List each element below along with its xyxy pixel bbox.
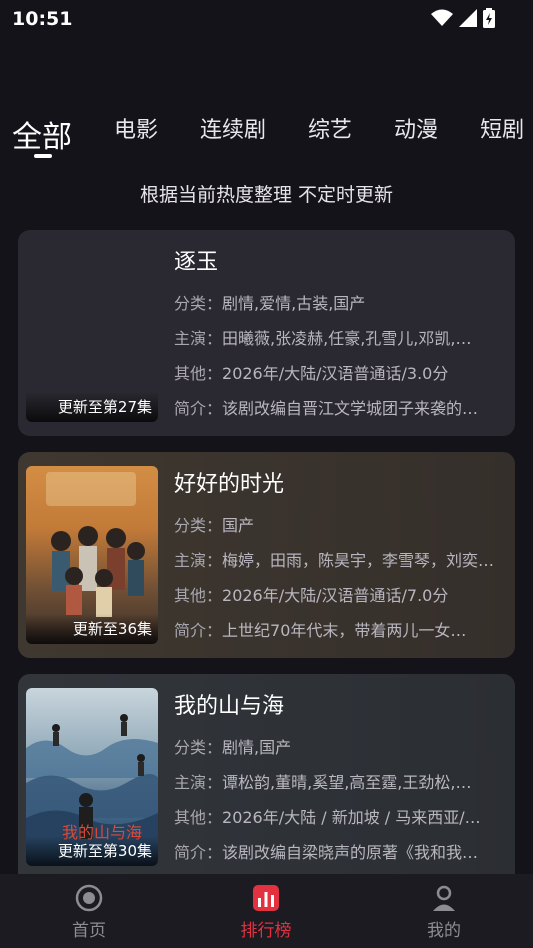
tab-all[interactable]: 全部 <box>12 112 72 158</box>
intro-row: 简介：该剧改编自晋江文学城团子来袭的… <box>174 395 507 430</box>
episode-badge: 更新至第30集 <box>26 836 158 866</box>
category-label: 分类： <box>174 738 223 757</box>
nav-mine[interactable]: 我的 <box>384 884 504 941</box>
cast-label: 主演： <box>174 773 223 792</box>
other-value: 2026年/大陆/汉语普通话/7.0分 <box>222 586 449 605</box>
tab-short-drama[interactable]: 短剧 <box>480 112 524 144</box>
intro-label: 简介： <box>174 621 223 640</box>
other-label: 其他： <box>174 586 223 605</box>
wifi-icon <box>431 9 453 26</box>
bottom-nav: 首页 排行榜 我的 <box>0 874 533 948</box>
category-row: 分类：剧情,国产 <box>174 734 507 769</box>
poster-image[interactable]: 我的山与海 更新至第30集 <box>26 688 158 866</box>
ranking-icon <box>252 884 280 912</box>
status-time: 10:51 <box>12 8 73 30</box>
battery-icon <box>483 8 495 28</box>
card-title: 我的山与海 <box>174 694 285 719</box>
cast-value: 谭松韵,董晴,奚望,高至霆,王劲松,… <box>222 773 472 792</box>
tab-variety[interactable]: 综艺 <box>308 112 352 144</box>
other-row: 其他：2026年/大陆/汉语普通话/7.0分 <box>174 582 507 617</box>
other-label: 其他： <box>174 364 223 383</box>
other-row: 其他：2026年/大陆 / 新加坡 / 马来西亚/… <box>174 804 507 839</box>
other-value: 2026年/大陆 / 新加坡 / 马来西亚/… <box>222 808 481 827</box>
category-value: 剧情,国产 <box>222 738 292 757</box>
nav-home[interactable]: 首页 <box>29 884 149 941</box>
status-icons <box>431 8 495 28</box>
cast-row: 主演：梅婷，田雨，陈昊宇，李雪琴，刘奕… <box>174 547 507 582</box>
category-value: 国产 <box>222 516 255 535</box>
ranking-card[interactable]: 我的山与海 更新至第30集 我的山与海 分类：剧情,国产 主演：谭松韵,董晴,奚… <box>18 674 515 874</box>
category-tabs: 全部 电影 连续剧 综艺 动漫 短剧 <box>12 112 533 162</box>
poster-image[interactable]: 更新至36集 <box>26 466 158 644</box>
cast-value: 梅婷，田雨，陈昊宇，李雪琴，刘奕… <box>222 551 495 570</box>
tab-anime[interactable]: 动漫 <box>394 112 438 144</box>
other-label: 其他： <box>174 808 223 827</box>
card-title: 好好的时光 <box>174 472 285 497</box>
category-row: 分类：国产 <box>174 512 507 547</box>
ranking-subtitle: 根据当前热度整理 不定时更新 <box>139 184 394 206</box>
nav-ranking-label: 排行榜 <box>240 921 292 941</box>
ranking-card[interactable]: 更新至第27集 逐玉 分类：剧情,爱情,古装,国产 主演：田曦薇,张凌赫,任豪,… <box>18 230 515 436</box>
cast-label: 主演： <box>174 329 223 348</box>
intro-value: 该剧改编自梁晓声的原著《我和我… <box>222 843 479 862</box>
cast-row: 主演：谭松韵,董晴,奚望,高至霆,王劲松,… <box>174 769 507 804</box>
signal-icon <box>459 9 477 27</box>
cast-label: 主演： <box>174 551 223 570</box>
status-bar: 10:51 <box>0 0 533 36</box>
card-title: 逐玉 <box>174 250 219 275</box>
intro-row: 简介：上世纪70年代末，带着两儿一女… <box>174 617 507 652</box>
category-label: 分类： <box>174 294 223 313</box>
category-row: 分类：剧情,爱情,古装,国产 <box>174 290 507 325</box>
home-icon <box>75 884 103 912</box>
intro-label: 简介： <box>174 399 223 418</box>
profile-icon <box>430 884 458 912</box>
cast-value: 田曦薇,张凌赫,任豪,孔雪儿,邓凯,… <box>222 329 472 348</box>
nav-home-label: 首页 <box>72 921 106 941</box>
intro-row: 简介：该剧改编自梁晓声的原著《我和我… <box>174 839 507 874</box>
cast-row: 主演：田曦薇,张凌赫,任豪,孔雪儿,邓凯,… <box>174 325 507 360</box>
episode-badge: 更新至36集 <box>26 614 158 644</box>
intro-value: 该剧改编自晋江文学城团子来袭的… <box>222 399 479 418</box>
nav-ranking[interactable]: 排行榜 <box>206 884 326 941</box>
intro-label: 简介： <box>174 843 223 862</box>
tab-movie[interactable]: 电影 <box>114 112 158 144</box>
category-label: 分类： <box>174 516 223 535</box>
category-value: 剧情,爱情,古装,国产 <box>222 294 366 313</box>
other-row: 其他：2026年/大陆/汉语普通话/3.0分 <box>174 360 507 395</box>
ranking-card[interactable]: 更新至36集 好好的时光 分类：国产 主演：梅婷，田雨，陈昊宇，李雪琴，刘奕… … <box>18 452 515 658</box>
tab-series[interactable]: 连续剧 <box>200 112 266 144</box>
poster-image[interactable]: 更新至第27集 <box>26 244 158 422</box>
episode-badge: 更新至第27集 <box>26 392 158 422</box>
intro-value: 上世纪70年代末，带着两儿一女… <box>222 621 467 640</box>
nav-mine-label: 我的 <box>427 921 461 941</box>
other-value: 2026年/大陆/汉语普通话/3.0分 <box>222 364 449 383</box>
